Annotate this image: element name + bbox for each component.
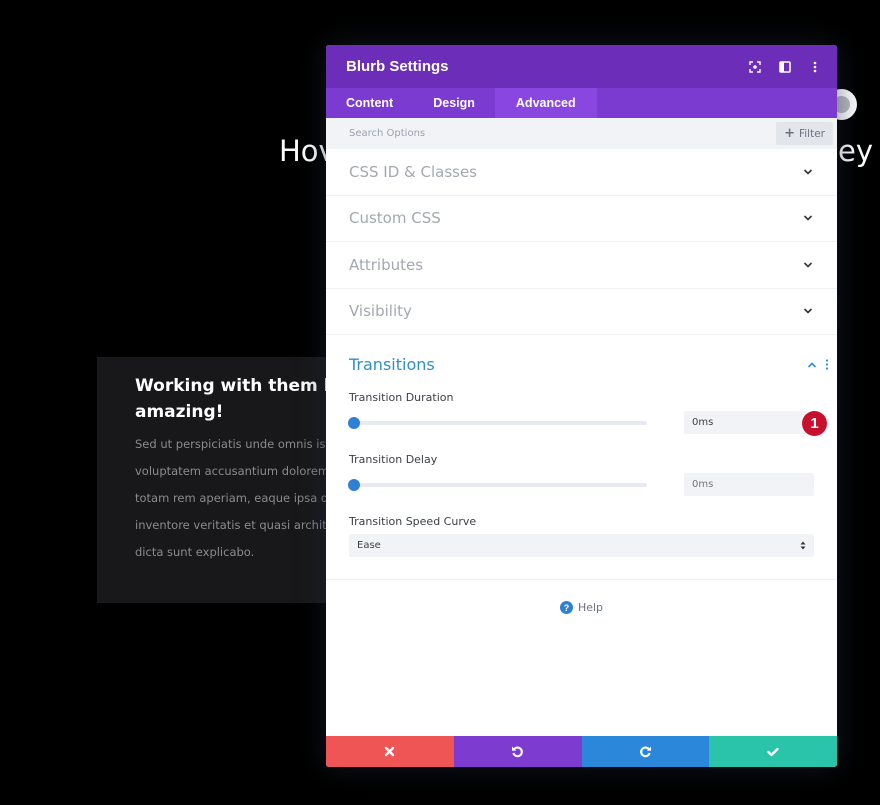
select-arrows-icon: [800, 541, 806, 550]
section-css-id-classes[interactable]: CSS ID & Classes: [326, 149, 837, 196]
slider-track: [349, 421, 647, 425]
settings-tabs: Content Design Advanced: [326, 88, 837, 118]
section-title: Custom CSS: [349, 209, 441, 228]
testimonial-body: Sed ut perspiciatis unde omnis iste nat …: [135, 431, 337, 566]
blurb-settings-modal: Blurb Settings Content Design Advanced S…: [326, 45, 837, 767]
more-options-icon[interactable]: [825, 359, 829, 370]
redo-icon: [640, 746, 651, 758]
testimonial-title-line: amazing!: [135, 402, 224, 422]
tab-content[interactable]: Content: [326, 88, 413, 118]
testimonial-body-line: totam rem aperiam, eaque ipsa quae a: [135, 491, 337, 505]
select-value: Ease: [357, 540, 381, 551]
split-view-icon[interactable]: [777, 59, 793, 75]
transition-delay-input[interactable]: [684, 473, 814, 496]
transition-duration-label: Transition Duration: [349, 391, 454, 404]
chevron-down-icon: [803, 262, 813, 268]
focus-icon[interactable]: [747, 59, 763, 75]
testimonial-body-line: inventore veritatis et quasi architecto …: [135, 518, 337, 532]
transition-duration-slider[interactable]: [348, 417, 647, 429]
filter-button[interactable]: + Filter: [776, 122, 833, 145]
help-label: Help: [577, 601, 604, 614]
section-title: Visibility: [349, 302, 412, 321]
transition-duration-input[interactable]: [684, 411, 814, 434]
tab-advanced[interactable]: Advanced: [494, 88, 597, 118]
slider-track: [349, 483, 647, 487]
help-icon: ?: [559, 601, 573, 614]
testimonial-title: Working with them ha amazing!: [135, 373, 337, 425]
section-visibility[interactable]: Visibility: [326, 289, 837, 335]
section-title: CSS ID & Classes: [349, 162, 477, 181]
modal-footer: [326, 736, 837, 767]
close-icon: [385, 746, 395, 757]
save-button[interactable]: [709, 736, 837, 767]
page-heading-fragment-right: ey: [838, 134, 874, 168]
testimonial-title-line: Working with them ha: [135, 376, 337, 396]
chevron-down-icon: [803, 215, 813, 221]
filter-label: Filter: [798, 127, 825, 140]
undo-icon: [512, 746, 523, 758]
testimonial-body-line: voluptatem accusantium doloremque: [135, 464, 337, 478]
help-link[interactable]: ? Help: [326, 601, 837, 614]
undo-button[interactable]: [453, 736, 582, 767]
chevron-down-icon: [803, 308, 813, 314]
transition-delay-label: Transition Delay: [349, 453, 438, 466]
chevron-up-icon[interactable]: [807, 361, 817, 369]
transition-delay-slider[interactable]: [348, 479, 647, 491]
header-icons: [747, 45, 823, 88]
section-title: Attributes: [349, 255, 424, 274]
redo-button[interactable]: [581, 736, 710, 767]
modal-title: Blurb Settings: [346, 58, 449, 75]
chevron-down-icon: [803, 169, 813, 175]
search-options-input[interactable]: [349, 128, 777, 139]
testimonial-body-line: dicta sunt explicabo.: [135, 545, 255, 559]
more-options-icon[interactable]: [807, 59, 823, 75]
discard-button[interactable]: [326, 736, 454, 767]
annotation-badge: 1: [802, 411, 827, 436]
section-attributes[interactable]: Attributes: [326, 242, 837, 289]
slider-handle[interactable]: [348, 479, 360, 491]
transitions-controls: [807, 359, 829, 370]
section-title-transitions[interactable]: Transitions: [349, 355, 435, 374]
plus-icon: +: [784, 126, 795, 141]
section-custom-css[interactable]: Custom CSS: [326, 196, 837, 242]
modal-header[interactable]: Blurb Settings: [326, 45, 837, 88]
section-transitions: Transitions Transition Duration 1 Transi…: [326, 335, 837, 580]
tab-design[interactable]: Design: [413, 88, 495, 118]
search-bar: + Filter: [326, 118, 837, 149]
testimonial-card: Working with them ha amazing! Sed ut per…: [97, 357, 337, 603]
check-icon: [767, 747, 779, 756]
transition-speed-curve-select[interactable]: Ease: [349, 534, 814, 557]
slider-handle[interactable]: [348, 417, 360, 429]
transition-speed-curve-label: Transition Speed Curve: [349, 515, 477, 528]
testimonial-body-line: Sed ut perspiciatis unde omnis iste nat: [135, 437, 337, 451]
